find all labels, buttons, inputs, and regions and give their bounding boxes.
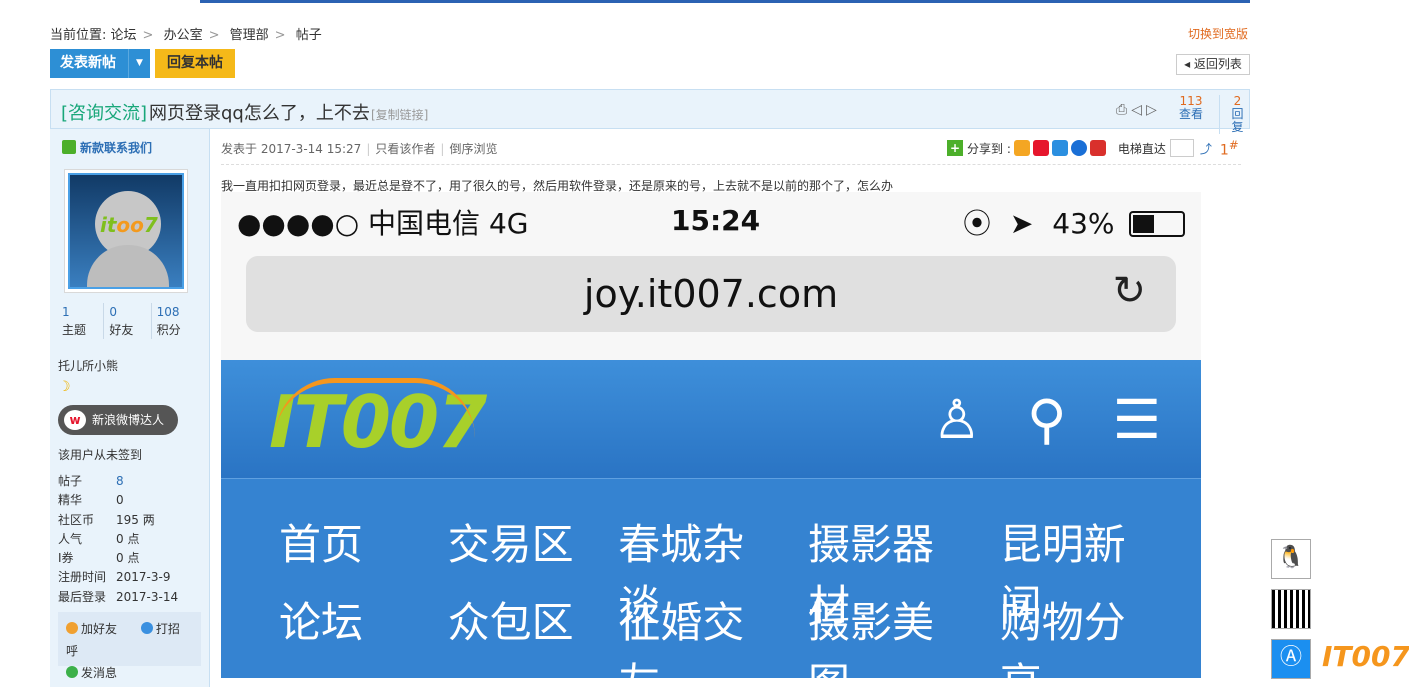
post-screenshot-image: ●●●●○ 中国电信 4G 15:24 ⦿ ➤ 43% joy.it007.co…: [221, 192, 1201, 687]
site-header: IT007 ♙ ⚲ ☰: [221, 360, 1201, 478]
avatar[interactable]: itoo7: [64, 169, 188, 293]
phone-url-bar: joy.it007.com ↻: [246, 256, 1176, 332]
message-icon: [66, 666, 78, 678]
reload-icon: ↻: [1112, 268, 1146, 314]
back-to-list-button[interactable]: ◂ 返回列表: [1176, 54, 1250, 75]
renren-share-icon[interactable]: [1070, 140, 1087, 157]
new-post-label: 发表新帖: [60, 55, 116, 71]
stat-points[interactable]: 108 积分: [150, 303, 198, 339]
reverse-order-link[interactable]: 倒序浏览: [449, 142, 497, 156]
avatar-logo: itoo7: [100, 213, 158, 237]
print-icon[interactable]: ⎙: [1116, 102, 1131, 118]
phone-time: 15:24: [671, 204, 761, 237]
phone-url: joy.it007.com: [583, 272, 839, 316]
switch-wide-link[interactable]: 切换到宽版: [1188, 25, 1248, 42]
post-time: 发表于 2017-3-14 15:27: [221, 142, 362, 156]
greet-icon: [140, 622, 153, 634]
thread-category[interactable]: [咨询交流]: [61, 99, 147, 125]
sign-status: 该用户从未签到: [58, 448, 143, 462]
views-label: 查看: [1179, 107, 1204, 121]
only-author-link[interactable]: 只看该作者: [375, 142, 435, 156]
author-sidebar: 新款联系我们 itoo7 1 主题 0 好友 108 积分 托儿所小熊 ☽ w 新浪微博…: [50, 129, 210, 687]
thread-title-bar: [咨询交流] 网页登录qq怎么了，上不去 [复制链接] ⎙◁▷ 113 查看 2…: [50, 89, 1250, 134]
author-profile: 帖子 8 精华 0 社区币 195 两 人气 0 点 I券 0 点 注册时间 2017-3-…: [58, 472, 179, 604]
contact-us-label: 新款联系我们: [80, 141, 153, 155]
back-to-list-label: 返回列表: [1193, 57, 1242, 71]
reply-button[interactable]: 回复本帖: [155, 49, 235, 78]
contact-us-link[interactable]: 新款联系我们: [62, 139, 152, 156]
nav-item: 众包区: [447, 598, 574, 647]
location-arrow-icon: ➤: [1009, 207, 1034, 240]
nav-item: 购物分享: [999, 598, 1126, 687]
contact-icon: [62, 140, 76, 154]
weibo-badge[interactable]: w 新浪微博达人: [58, 405, 178, 435]
qq-float-icon[interactable]: 🐧: [1271, 539, 1311, 579]
nav-item: 论坛: [279, 598, 364, 647]
breadcrumb-current: 帖子: [295, 28, 322, 43]
post-count-link[interactable]: 8: [116, 472, 124, 491]
breadcrumb: 当前位置: 论坛 > 办公室 > 管理部 > 帖子: [50, 28, 322, 43]
replies-label: 回复: [1231, 107, 1244, 134]
weibo-share-icon[interactable]: [1032, 140, 1049, 157]
next-thread-icon[interactable]: ▷: [1146, 102, 1161, 118]
weibo-badge-label: 新浪微博达人: [92, 413, 165, 427]
share-label: 分享到 :: [967, 141, 1011, 156]
meta-divider: [221, 164, 1241, 165]
tencent-weibo-share-icon[interactable]: [1051, 140, 1068, 157]
phone-bottom-strip: [221, 678, 1201, 687]
weibo-icon: w: [64, 410, 86, 430]
caret-left-icon: ◂: [1184, 57, 1191, 71]
post-meta: 发表于 2017-3-14 15:27 | 只看该作者 | 倒序浏览: [221, 142, 498, 156]
author-stats: 1 主题 0 好友 108 积分: [62, 303, 198, 339]
lock-rotation-icon: ⦿: [963, 207, 992, 240]
site-nav-row-2: 论坛 众包区 征婚交友 摄影美图 购物分享: [279, 589, 1201, 687]
breadcrumb-forum[interactable]: 论坛: [111, 28, 137, 43]
nav-item: 摄影美图: [808, 598, 935, 687]
stat-topics[interactable]: 1 主题: [62, 303, 103, 339]
elevator-label: 电梯直达: [1117, 141, 1166, 156]
user-icon: ♙: [932, 388, 982, 451]
replies-stat: 2 回复: [1219, 95, 1249, 134]
copy-link[interactable]: [复制链接]: [371, 106, 428, 123]
search-icon: ⚲: [1027, 388, 1067, 451]
qr-code-icon[interactable]: [1271, 589, 1311, 629]
battery-percent: 43%: [1052, 207, 1115, 240]
send-message-button[interactable]: 发消息: [66, 666, 127, 680]
site-header-icons: ♙ ⚲ ☰: [933, 388, 1161, 451]
nav-item: 征婚交友: [618, 598, 745, 687]
chevron-down-icon[interactable]: ▼: [128, 49, 150, 78]
thread-tool-icons: ⎙◁▷: [1116, 102, 1161, 118]
breadcrumb-office[interactable]: 办公室: [164, 28, 203, 43]
stat-friends[interactable]: 0 好友: [103, 303, 150, 339]
site-logo: IT007: [269, 378, 487, 464]
moon-icon: ☽: [58, 379, 71, 395]
share-bar: + 分享到 : 电梯直达 ⤴ 1#: [947, 138, 1239, 159]
menu-icon: ☰: [1112, 388, 1161, 451]
qzone-share-icon[interactable]: [1013, 140, 1030, 157]
breadcrumb-management[interactable]: 管理部: [230, 28, 269, 43]
signal-carrier: ●●●●○ 中国电信 4G: [237, 207, 529, 240]
add-friend-button[interactable]: 加好友: [66, 622, 127, 636]
add-friend-icon: [66, 622, 78, 634]
top-accent-bar: [200, 0, 1250, 3]
jump-icon[interactable]: ⤴: [1200, 140, 1212, 157]
gift-share-icon[interactable]: [1089, 140, 1106, 157]
thread-title: 网页登录qq怎么了，上不去: [149, 103, 370, 124]
views-stat: 113 查看: [1179, 95, 1203, 121]
prev-thread-icon[interactable]: ◁: [1131, 102, 1146, 118]
battery-area: ⦿ ➤ 43%: [963, 202, 1186, 242]
author-nickname: 托儿所小熊: [58, 359, 119, 373]
corner-logo: IT007: [1322, 640, 1409, 673]
new-post-button[interactable]: 发表新帖 ▼: [50, 49, 150, 78]
phone-status-bar: ●●●●○ 中国电信 4G 15:24 ⦿ ➤ 43%: [221, 192, 1201, 248]
app-store-icon[interactable]: Ⓐ: [1271, 639, 1311, 679]
site-nav: 首页 交易区 春城杂谈 摄影器材 昆明新闻 论坛 众包区 征婚交友 摄影美图 购…: [221, 478, 1201, 687]
breadcrumb-prefix: 当前位置:: [50, 28, 107, 43]
author-actions: 加好友 打招呼 发消息: [58, 612, 201, 680]
floor-jump-input[interactable]: [1169, 139, 1194, 158]
floor-number: 1#: [1219, 138, 1239, 159]
battery-icon: [1129, 211, 1186, 237]
plus-icon[interactable]: +: [947, 140, 963, 157]
